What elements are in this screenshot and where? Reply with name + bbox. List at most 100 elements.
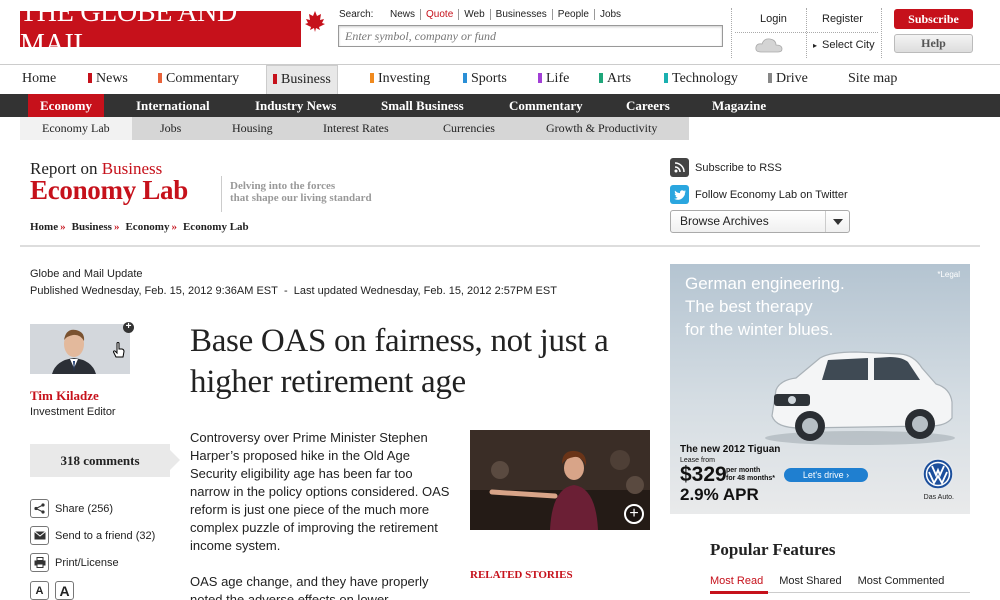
browse-archives-select[interactable]: Browse Archives	[670, 210, 850, 233]
share-button[interactable]: Share (256)	[30, 499, 113, 518]
search-tab-news[interactable]: News	[385, 9, 420, 20]
search-label: Search:	[339, 9, 374, 20]
tab-most-shared[interactable]: Most Shared	[779, 575, 841, 587]
tab-economy-lab[interactable]: Economy Lab	[20, 117, 132, 140]
search-input[interactable]	[339, 26, 722, 46]
business-subnav: Economy International Industry News Smal…	[0, 94, 1000, 117]
tab-currencies[interactable]: Currencies	[443, 117, 495, 140]
share-icon	[30, 499, 49, 518]
nav-arts[interactable]: Arts	[597, 65, 631, 95]
tab-jobs[interactable]: Jobs	[160, 117, 181, 140]
section-nav: Home News Commentary Business Investing …	[0, 64, 1000, 95]
author-name[interactable]: Tim Kiladze	[30, 388, 99, 404]
nav-home[interactable]: Home	[20, 65, 56, 95]
ad-price: $329	[680, 463, 727, 486]
send-to-friend-button[interactable]: Send to a friend (32)	[30, 526, 155, 545]
envelope-icon	[30, 526, 49, 545]
economy-subnav: Economy Lab Jobs Housing Interest Rates …	[20, 117, 689, 140]
plus-icon[interactable]: +	[123, 322, 134, 333]
search-tab-jobs[interactable]: Jobs	[593, 9, 626, 20]
breadcrumb-economy-lab[interactable]: Economy Lab	[183, 221, 249, 233]
divider	[735, 32, 878, 33]
decrease-font-button[interactable]: A	[30, 581, 49, 600]
subnav-careers[interactable]: Careers	[626, 94, 670, 117]
search-tabs: News Quote Web Businesses People Jobs	[385, 9, 626, 20]
subnav-commentary[interactable]: Commentary	[509, 94, 583, 117]
ad-headline: German engineering. The best therapy for…	[685, 274, 845, 339]
subnav-magazine[interactable]: Magazine	[712, 94, 766, 117]
article-timestamps: Published Wednesday, Feb. 15, 2012 9:36A…	[30, 285, 557, 297]
site-logo[interactable]: THE GLOBE AND MAIL	[20, 0, 301, 60]
nav-news[interactable]: News	[86, 65, 128, 95]
search-tab-quote[interactable]: Quote	[420, 9, 458, 20]
login-link[interactable]: Login	[760, 13, 787, 25]
search-tab-people[interactable]: People	[551, 9, 594, 20]
breadcrumb-business[interactable]: Business	[72, 221, 112, 233]
tab-growth-productivity[interactable]: Growth & Productivity	[546, 117, 657, 140]
print-icon	[30, 553, 49, 572]
rss-icon	[670, 158, 689, 177]
ad-apr: 2.9% APR	[680, 485, 759, 504]
nav-sports[interactable]: Sports	[461, 65, 507, 95]
subnav-international[interactable]: International	[136, 94, 210, 117]
ad-cta-button[interactable]: Let's drive ›	[784, 468, 868, 482]
page-title[interactable]: Economy Lab	[30, 175, 188, 206]
related-stories-heading: RELATED STORIES	[470, 569, 573, 581]
article-source: Globe and Mail Update	[30, 268, 143, 280]
nav-investing[interactable]: Investing	[368, 65, 430, 95]
print-license-button[interactable]: Print/License	[30, 553, 119, 572]
subnav-economy[interactable]: Economy	[28, 94, 104, 117]
search-tab-businesses[interactable]: Businesses	[489, 9, 552, 20]
increase-font-button[interactable]: A	[55, 581, 74, 600]
breadcrumb-home[interactable]: Home	[30, 221, 58, 233]
caret-right-icon: ▸	[813, 41, 818, 50]
breadcrumb-economy[interactable]: Economy	[125, 221, 169, 233]
maple-leaf-icon	[305, 11, 325, 32]
vw-logo-icon	[922, 458, 954, 490]
nav-life[interactable]: Life	[536, 65, 569, 95]
nav-commentary[interactable]: Commentary	[156, 65, 239, 95]
article-photo[interactable]: +	[470, 430, 650, 530]
comments-count-button[interactable]: 318 comments	[30, 444, 180, 477]
expand-photo-icon[interactable]: +	[624, 504, 644, 524]
section-color-marker	[768, 73, 772, 83]
twitter-bird-icon	[670, 185, 689, 204]
search-tab-web[interactable]: Web	[458, 9, 489, 20]
article-paragraph: OAS age change, and they have properly n…	[190, 574, 429, 600]
help-button[interactable]: Help	[894, 34, 973, 53]
subscribe-button[interactable]: Subscribe	[894, 9, 973, 29]
ad-term: per month for 48 months*	[726, 467, 776, 482]
car-image	[765, 351, 955, 445]
nav-technology[interactable]: Technology	[662, 65, 738, 95]
tagline: Delving into the forces that shape our l…	[221, 176, 372, 212]
section-color-marker	[273, 74, 277, 84]
section-color-marker	[88, 73, 92, 83]
chevron-down-icon	[825, 211, 849, 232]
advertisement[interactable]: German engineering. The best therapy for…	[670, 264, 970, 514]
divider	[881, 8, 882, 58]
subnav-industry-news[interactable]: Industry News	[255, 94, 336, 117]
register-link[interactable]: Register	[822, 13, 863, 25]
author-role: Investment Editor	[30, 406, 116, 418]
tab-most-read[interactable]: Most Read	[710, 575, 763, 587]
section-color-marker	[370, 73, 374, 83]
rss-link[interactable]: Subscribe to RSS	[670, 158, 782, 177]
section-color-marker	[538, 73, 542, 83]
subnav-small-business[interactable]: Small Business	[381, 94, 464, 117]
section-color-marker	[599, 73, 603, 83]
ad-brand-tagline: Das Auto.	[923, 494, 954, 501]
tab-most-commented[interactable]: Most Commented	[858, 575, 945, 587]
ad-model: The new 2012 Tiguan	[680, 444, 781, 455]
ad-legal[interactable]: *Legal	[937, 270, 960, 279]
select-city-link[interactable]: Select City	[822, 39, 875, 51]
tab-interest-rates[interactable]: Interest Rates	[323, 117, 389, 140]
section-color-marker	[664, 73, 668, 83]
section-color-marker	[463, 73, 467, 83]
nav-business[interactable]: Business	[266, 65, 338, 95]
nav-site-map[interactable]: Site map	[846, 65, 897, 95]
twitter-follow-link[interactable]: Follow Economy Lab on Twitter	[670, 185, 848, 204]
nav-drive[interactable]: Drive	[766, 65, 808, 95]
tab-housing[interactable]: Housing	[232, 117, 273, 140]
active-tab-indicator	[710, 591, 768, 594]
article-body: Controversy over Prime Minister Stephen …	[190, 429, 450, 600]
